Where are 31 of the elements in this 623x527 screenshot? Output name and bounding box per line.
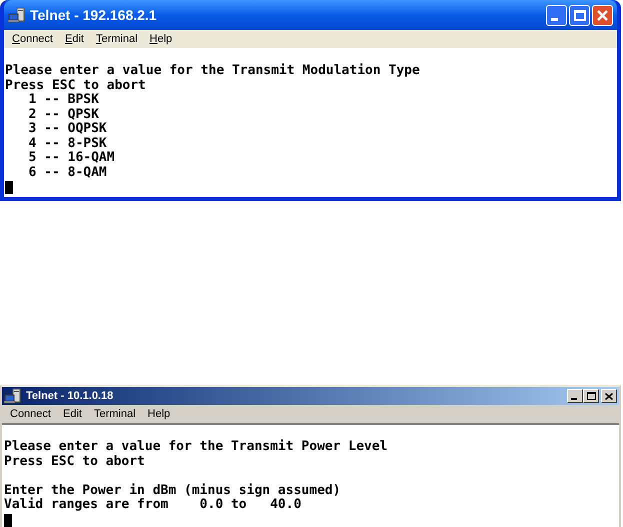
terminal-line: Please enter a value for the Transmit Modulation Type <box>5 64 421 78</box>
window-title: Telnet - 10.1.0.18 <box>26 388 114 404</box>
minimize-button[interactable] <box>567 389 583 403</box>
terminal-line: Enter the Power in dBm (minus sign assumed) <box>4 484 342 498</box>
close-icon <box>597 10 608 20</box>
menu-item[interactable]: Terminal <box>88 406 142 422</box>
text-cursor <box>5 181 13 194</box>
menu-item[interactable]: Help <box>142 406 176 422</box>
terminal-line: Please enter a value for the Transmit Power Level <box>4 440 389 454</box>
menu-item[interactable]: Edit <box>56 406 88 422</box>
terminal-line: 6 -- 8-QAM <box>27 166 108 180</box>
terminal-line: 2 -- QPSK <box>27 108 100 122</box>
close-icon <box>605 392 613 400</box>
menu-item[interactable]: Connect <box>6 30 59 48</box>
computer-icon <box>8 7 26 23</box>
close-button[interactable] <box>601 389 617 403</box>
menu-item[interactable]: Help <box>144 30 178 48</box>
terminal-line: 3 -- OQPSK <box>27 122 108 136</box>
terminal-line: 1 -- BPSK <box>27 93 100 108</box>
terminal-line: Press ESC to abort <box>5 78 147 93</box>
computer-icon <box>4 388 22 404</box>
terminal-line: Press ESC to abort <box>4 454 146 469</box>
menu-item[interactable]: Terminal <box>90 30 144 48</box>
window-title: Telnet - 192.168.2.1 <box>30 6 158 24</box>
terminal-line: 4 -- 8-PSK <box>27 136 108 151</box>
maximize-button[interactable] <box>583 389 599 403</box>
text-cursor <box>4 514 12 526</box>
terminal-line: Valid ranges are from 0.0 to 40.0 <box>4 498 302 512</box>
menu-item[interactable]: Edit <box>58 30 90 48</box>
menu-item[interactable]: Connect <box>4 406 57 422</box>
terminal-line: 5 -- 16-QAM <box>27 151 116 166</box>
